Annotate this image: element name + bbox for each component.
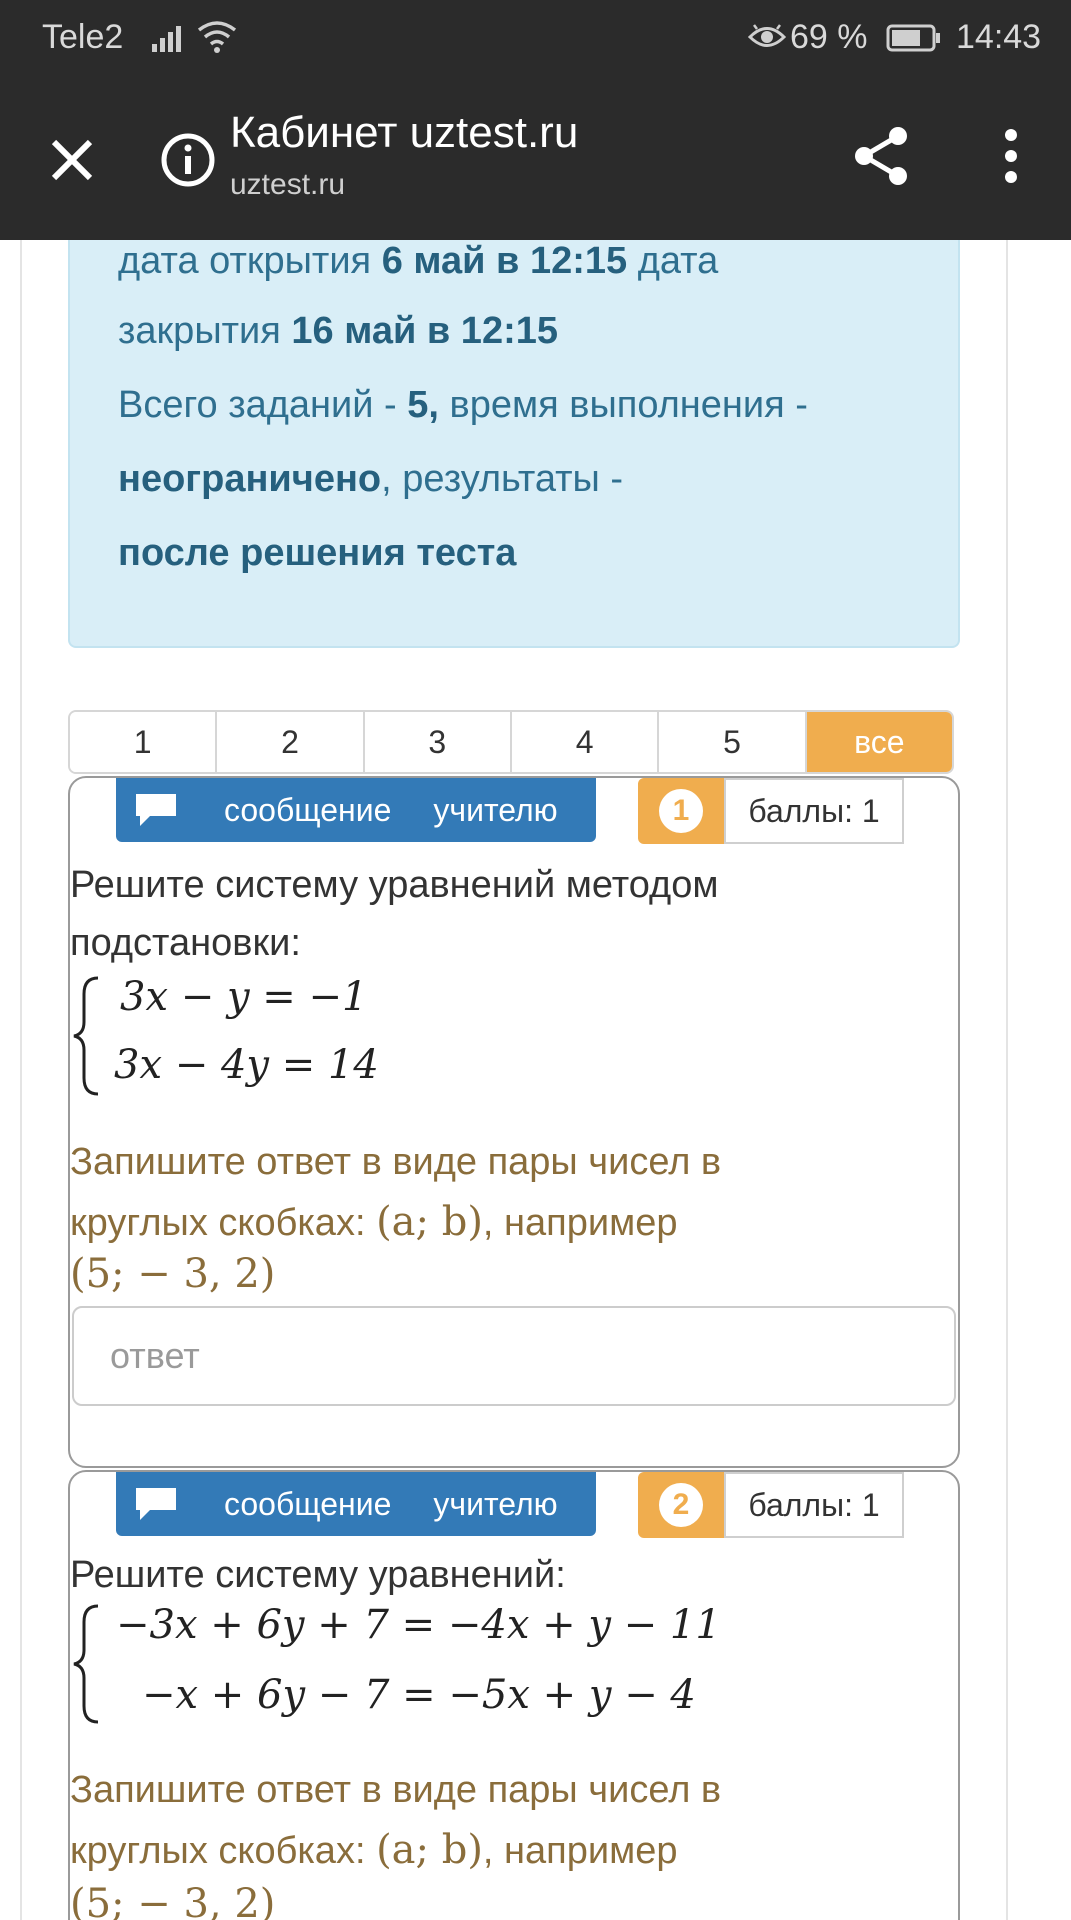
wifi-icon <box>197 21 237 53</box>
chat-bubble-icon <box>136 1488 176 1520</box>
test-info-panel: дата открытия 6 май в 12:15 дата закрыти… <box>68 240 960 648</box>
time-limit: неограничено <box>118 458 382 500</box>
page-domain: uztest.ru <box>230 168 346 201</box>
task-card-2: сообщение учителю 2 баллы: 1 Решите сист… <box>68 1470 960 1920</box>
equation-2: −x + 6y − 7 = −5x + y − 4 <box>142 1672 696 1718</box>
share-icon[interactable] <box>852 124 912 188</box>
eye-comfort-icon <box>748 24 786 47</box>
task-number-badge: 2 <box>659 1483 703 1527</box>
open-date: 6 май в 12:15 <box>381 240 628 282</box>
task-card-1: сообщение учителю 1 баллы: 1 Решите сист… <box>68 776 960 1468</box>
hint-example: (5; − 3, 2) <box>70 1251 276 1297</box>
info-icon[interactable] <box>160 132 216 188</box>
hint-line-1: Запишите ответ в виде пары чисел в <box>70 1769 722 1811</box>
clock: 14:43 <box>956 18 1042 56</box>
equation-system: 3x − y = −1 3x − 4y = 14 <box>70 974 470 1102</box>
open-date-line: дата открытия 6 май в 12:15 дата <box>118 240 719 282</box>
equation-1: 3x − y = −1 <box>120 974 368 1020</box>
battery-icon <box>886 24 940 52</box>
content-border-right <box>1006 240 1008 1920</box>
status-bar: Tele2 69 % 14:43 <box>0 0 1071 76</box>
chat-bubble-icon <box>136 794 176 826</box>
task-score: 2 баллы: 1 <box>638 1472 904 1538</box>
battery-percent: 69 % <box>790 18 868 56</box>
close-date: 16 май в 12:15 <box>291 310 558 352</box>
question-text-line-1: Решите систему уравнений: <box>70 1554 566 1596</box>
task-score: 1 баллы: 1 <box>638 778 904 844</box>
close-button[interactable] <box>40 128 104 192</box>
pager-item-2[interactable]: 2 <box>217 712 365 772</box>
task-pager: 1 2 3 4 5 все <box>68 710 954 774</box>
left-brace <box>73 1604 99 1724</box>
left-brace <box>73 976 99 1096</box>
question-text-line-1: Решите систему уравнений методом <box>70 864 719 906</box>
equation-1: −3x + 6y + 7 = −4x + y − 11 <box>116 1602 721 1648</box>
tasks-count: 5, <box>407 384 439 426</box>
page-title: Кабинет uztest.ru <box>230 108 579 157</box>
time-limit-line: неограничено, результаты - <box>118 458 624 500</box>
hint-format: (a; b) <box>376 1827 483 1873</box>
carrier-name: Tele2 <box>42 18 124 56</box>
pager-item-1[interactable]: 1 <box>70 712 218 772</box>
message-teacher-button[interactable]: сообщение учителю <box>116 1472 596 1536</box>
hint-example: (5; − 3, 2) <box>70 1881 276 1920</box>
hint-format: (a; b) <box>376 1199 483 1245</box>
hint-line-2: круглых скобках: (a; b), например <box>70 1827 678 1873</box>
app-top-bar: Tele2 69 % 14:43 Кабинет uztest.ru uztes… <box>0 0 1071 240</box>
pager-item-3[interactable]: 3 <box>364 712 512 772</box>
message-teacher-button[interactable]: сообщение учителю <box>116 778 596 842</box>
content-border-left <box>20 240 22 1920</box>
equation-system: −3x + 6y + 7 = −4x + y − 11 −x + 6y − 7 … <box>70 1602 830 1732</box>
more-vert-icon[interactable] <box>996 128 1026 184</box>
question-text-line-2: подстановки: <box>70 922 301 964</box>
close-icon <box>51 139 93 181</box>
pager-item-5[interactable]: 5 <box>659 712 807 772</box>
answer-input[interactable] <box>72 1306 956 1406</box>
results-mode: после решения теста <box>118 532 517 574</box>
hint-line-1: Запишите ответ в виде пары чисел в <box>70 1141 722 1183</box>
points-label: баллы: 1 <box>724 1472 904 1538</box>
task-number-badge: 1 <box>659 789 703 833</box>
close-date-line: закрытия 16 май в 12:15 <box>118 310 558 352</box>
equation-2: 3x − 4y = 14 <box>114 1042 379 1088</box>
pager-item-all[interactable]: все <box>806 712 952 772</box>
pager-item-4[interactable]: 4 <box>511 712 660 772</box>
tasks-count-line: Всего заданий - 5, время выполнения - <box>118 384 808 426</box>
signal-icon <box>152 26 181 52</box>
points-label: баллы: 1 <box>724 778 904 844</box>
results-line: после решения теста <box>118 532 516 575</box>
